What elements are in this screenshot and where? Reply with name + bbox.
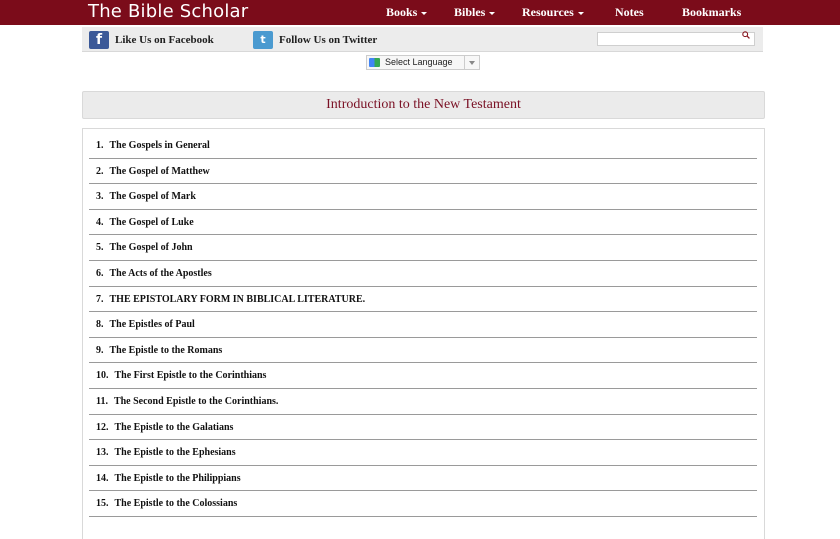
- chevron-down-icon: [577, 11, 584, 15]
- chapter-title: The Epistle to the Philippians: [114, 472, 241, 484]
- page-title-box: Introduction to the New Testament: [82, 91, 765, 119]
- chapter-title: The Epistle to the Ephesians: [114, 447, 236, 459]
- chapter-number: 12.: [96, 421, 109, 433]
- chevron-down-icon: [489, 11, 496, 15]
- chapter-link[interactable]: 12. The Epistle to the Galatians: [89, 415, 757, 441]
- chapter-link[interactable]: 14. The Epistle to the Philippians: [89, 466, 757, 492]
- nav-label: Bibles: [454, 5, 486, 19]
- chapter-number: 15.: [96, 498, 109, 510]
- top-nav-bar: The Bible Scholar Books Bibles Resources…: [0, 0, 840, 25]
- chapter-number: 1.: [96, 140, 104, 151]
- chapter-number: 5.: [96, 242, 104, 254]
- facebook-icon: f: [89, 31, 109, 50]
- language-select-label: Select Language: [385, 57, 453, 67]
- chapter-number: 11.: [96, 395, 108, 407]
- chapter-title: The Gospels in General: [109, 140, 210, 151]
- chapter-number: 4.: [96, 216, 104, 228]
- chapter-list-panel: 1. The Gospels in General 2. The Gospel of…: [82, 128, 765, 539]
- chapter-title: The Second Epistle to the Corinthians.: [113, 395, 279, 407]
- chapter-link[interactable]: 3. The Gospel of Mark: [89, 184, 757, 210]
- chapter-list: 1. The Gospels in General 2. The Gospel of…: [89, 133, 757, 517]
- google-translate-icon: [369, 58, 380, 67]
- chapter-title: The Gospel of Mark: [109, 191, 196, 203]
- chapter-number: 9.: [96, 344, 104, 356]
- twitter-link[interactable]: t Follow Us on Twitter: [253, 30, 377, 50]
- page-title: Introduction to the New Testament: [326, 97, 521, 112]
- chapter-link[interactable]: 6. The Acts of the Apostles: [89, 261, 757, 287]
- chapter-title: The First Epistle to the Corinthians: [114, 370, 267, 382]
- chapter-title: The Gospel of Matthew: [109, 165, 210, 177]
- chapter-title: The Acts of the Apostles: [109, 267, 212, 279]
- chevron-down-icon: [464, 56, 479, 69]
- nav-notes[interactable]: Notes: [615, 0, 644, 25]
- chapter-title: The Epistles of Paul: [109, 319, 195, 331]
- chapter-title: The Epistle to the Colossians: [114, 498, 238, 510]
- site-logo[interactable]: The Bible Scholar: [88, 0, 248, 24]
- chapter-link[interactable]: 7. THE EPISTOLARY FORM IN BIBLICAL LITERA…: [89, 287, 757, 313]
- chapter-link[interactable]: 2. The Gospel of Matthew: [89, 159, 757, 185]
- chapter-link[interactable]: 13. The Epistle to the Ephesians: [89, 440, 757, 466]
- chapter-number: 3.: [96, 191, 104, 203]
- chapter-title: The Gospel of Luke: [109, 216, 194, 228]
- nav-label: Notes: [615, 5, 644, 19]
- chapter-link[interactable]: 10. The First Epistle to the Corinthians: [89, 363, 757, 389]
- nav-label: Resources: [522, 5, 574, 19]
- search-icon[interactable]: [742, 31, 750, 39]
- twitter-icon: t: [253, 31, 273, 50]
- chapter-number: 10.: [96, 370, 109, 382]
- chapter-link[interactable]: 8. The Epistles of Paul: [89, 312, 757, 338]
- chevron-down-icon: [421, 11, 428, 15]
- language-select[interactable]: Select Language: [366, 55, 480, 70]
- chapter-title: THE EPISTOLARY FORM IN BIBLICAL LITERATU…: [109, 293, 366, 305]
- facebook-label: Like Us on Facebook: [115, 34, 214, 46]
- chapter-title: The Epistle to the Romans: [109, 344, 223, 356]
- facebook-link[interactable]: f Like Us on Facebook: [89, 30, 214, 50]
- chapter-link[interactable]: 5. The Gospel of John: [89, 235, 757, 261]
- nav-label: Books: [386, 5, 418, 19]
- search-input[interactable]: [600, 33, 730, 45]
- chapter-title: The Epistle to the Galatians: [114, 421, 234, 433]
- chapter-number: 2.: [96, 165, 104, 177]
- chapter-link[interactable]: 9. The Epistle to the Romans: [89, 338, 757, 364]
- chapter-number: 7.: [96, 293, 104, 305]
- nav-books[interactable]: Books: [386, 0, 428, 25]
- twitter-label: Follow Us on Twitter: [279, 34, 378, 46]
- nav-bookmarks[interactable]: Bookmarks: [682, 0, 741, 25]
- search-box: [597, 31, 755, 46]
- chapter-link[interactable]: 15. The Epistle to the Colossians: [89, 491, 757, 517]
- chapter-link[interactable]: 11. The Second Epistle to the Corinthians…: [89, 389, 757, 415]
- chapter-number: 6.: [96, 267, 104, 279]
- chapter-number: 8.: [96, 319, 104, 331]
- chapter-link[interactable]: 4. The Gospel of Luke: [89, 210, 757, 236]
- nav-label: Bookmarks: [682, 5, 742, 19]
- chapter-title: The Gospel of John: [109, 242, 193, 254]
- chapter-link[interactable]: 1. The Gospels in General: [89, 133, 757, 159]
- nav-bibles[interactable]: Bibles: [454, 0, 496, 25]
- chapter-number: 14.: [96, 472, 109, 484]
- chapter-number: 13.: [96, 447, 109, 459]
- nav-resources[interactable]: Resources: [522, 0, 584, 25]
